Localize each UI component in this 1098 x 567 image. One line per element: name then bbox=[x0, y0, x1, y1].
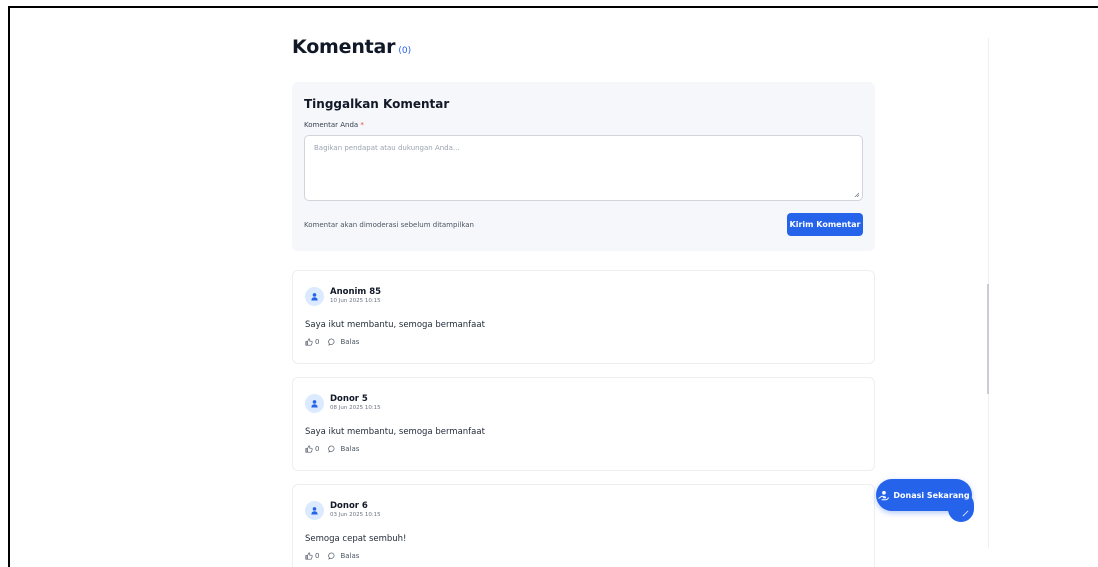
user-icon bbox=[305, 501, 324, 520]
like-count: 0 bbox=[315, 338, 320, 346]
reply-button[interactable]: Balas bbox=[328, 552, 359, 560]
comment-actions: 0 Balas bbox=[305, 552, 359, 560]
section-title: Komentar bbox=[292, 36, 396, 58]
submit-comment-button[interactable]: Kirim Komentar bbox=[787, 213, 863, 236]
donate-now-button[interactable]: Donasi Sekarang bbox=[876, 479, 972, 511]
comment-text: Semoga cepat sembuh! bbox=[305, 534, 407, 544]
browser-viewport: Komentar (0) Tinggalkan Komentar Komentar… bbox=[8, 6, 1098, 567]
chat-bubble-icon bbox=[328, 552, 335, 560]
reply-label: Balas bbox=[340, 338, 360, 346]
comment-count: (0) bbox=[398, 46, 412, 56]
comment-text: Saya ikut membantu, semoga bermanfaat bbox=[305, 427, 485, 437]
thumbs-up-icon bbox=[305, 552, 313, 560]
reply-label: Balas bbox=[340, 445, 360, 453]
form-title: Tinggalkan Komentar bbox=[304, 97, 450, 111]
like-button[interactable]: 0 bbox=[305, 338, 319, 346]
section-header: Komentar (0) bbox=[292, 36, 411, 58]
comment-card: Donor 6 03 Jun 2025 10:15 Semoga cepat s… bbox=[292, 484, 875, 567]
user-icon bbox=[305, 287, 324, 306]
chat-bubble-icon bbox=[328, 338, 335, 346]
comment-date: 08 Jun 2025 10:15 bbox=[330, 405, 381, 411]
reply-button[interactable]: Balas bbox=[328, 445, 359, 453]
comment-author: Donor 5 bbox=[330, 394, 368, 404]
chat-bubble-icon bbox=[328, 445, 335, 453]
expand-arrow-icon bbox=[962, 510, 969, 517]
comment-textarea[interactable]: Bagikan pendapat atau dukungan Anda... bbox=[304, 135, 863, 201]
required-mark: * bbox=[360, 121, 364, 129]
comment-actions: 0 Balas bbox=[305, 338, 359, 346]
moderation-note: Komentar akan dimoderasi sebelum ditampi… bbox=[304, 221, 474, 229]
thumbs-up-icon bbox=[305, 338, 313, 346]
like-button[interactable]: 0 bbox=[305, 552, 319, 560]
scrollbar-thumb[interactable] bbox=[987, 284, 989, 394]
resize-grip-icon[interactable] bbox=[854, 192, 859, 197]
comment-date: 03 Jun 2025 10:15 bbox=[330, 512, 381, 518]
hand-heart-icon bbox=[878, 490, 890, 500]
user-icon bbox=[305, 394, 324, 413]
comment-author: Anonim 85 bbox=[330, 287, 382, 297]
comment-text: Saya ikut membantu, semoga bermanfaat bbox=[305, 320, 485, 330]
like-button[interactable]: 0 bbox=[305, 445, 319, 453]
comment-card: Donor 5 08 Jun 2025 10:15 Saya ikut memb… bbox=[292, 377, 875, 471]
comment-label-text: Komentar Anda bbox=[304, 121, 359, 129]
like-count: 0 bbox=[315, 445, 320, 453]
comment-placeholder: Bagikan pendapat atau dukungan Anda... bbox=[314, 144, 460, 152]
comment-field-label: Komentar Anda * bbox=[304, 121, 364, 129]
comment-form: Tinggalkan Komentar Komentar Anda * Bagi… bbox=[292, 82, 875, 251]
comment-card: Anonim 85 10 Jun 2025 10:15 Saya ikut me… bbox=[292, 270, 875, 364]
reply-button[interactable]: Balas bbox=[328, 338, 359, 346]
comment-date: 10 Jun 2025 10:15 bbox=[330, 298, 381, 304]
comment-actions: 0 Balas bbox=[305, 445, 359, 453]
donate-label: Donasi Sekarang bbox=[893, 490, 970, 500]
reply-label: Balas bbox=[340, 552, 360, 560]
comment-author: Donor 6 bbox=[330, 501, 368, 511]
thumbs-up-icon bbox=[305, 445, 313, 453]
like-count: 0 bbox=[315, 552, 320, 560]
